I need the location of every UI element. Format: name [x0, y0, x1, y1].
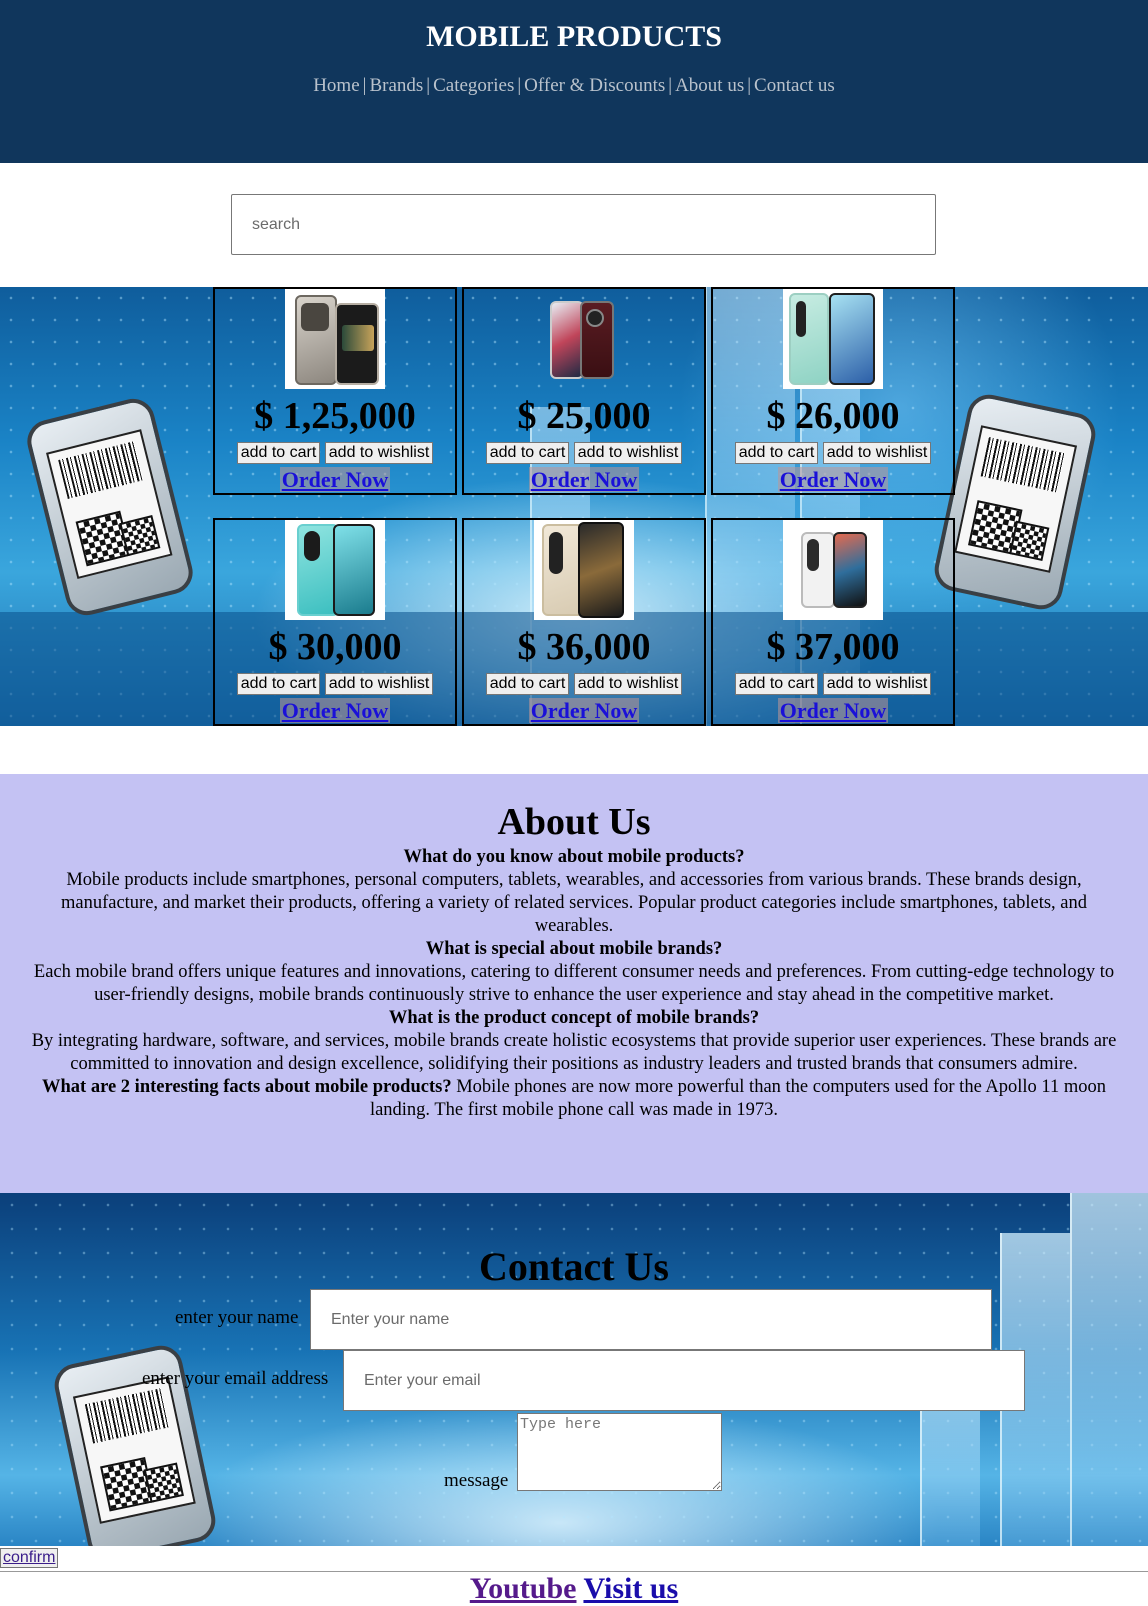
- nav-brands[interactable]: Brands: [369, 75, 423, 96]
- nav-separator: |: [362, 75, 367, 96]
- name-label: enter your name: [175, 1307, 299, 1328]
- product-card: $ 36,000 add to cart add to wishlist Ord…: [462, 518, 706, 726]
- confirm-button[interactable]: confirm: [0, 1548, 59, 1568]
- add-to-wishlist-button[interactable]: add to wishlist: [573, 442, 683, 464]
- name-field[interactable]: [310, 1289, 992, 1350]
- nav-offers[interactable]: Offer & Discounts: [524, 75, 665, 96]
- about-answer: Each mobile brand offers unique features…: [33, 962, 1115, 1005]
- nav-categories[interactable]: Categories: [433, 75, 514, 96]
- footer: Youtube Visit us: [0, 1572, 1148, 1606]
- contact-section: Contact Us enter your name enter your em…: [0, 1193, 1148, 1546]
- product-image: [285, 520, 385, 620]
- product-price: $ 36,000: [517, 626, 651, 668]
- main-nav: Home | Brands | Categories | Offer & Discounts…: [0, 75, 1148, 97]
- product-actions: add to cart add to wishlist: [464, 442, 704, 464]
- add-to-wishlist-button[interactable]: add to wishlist: [822, 673, 932, 695]
- email-label: enter your email address: [142, 1368, 329, 1389]
- add-to-cart-button[interactable]: add to cart: [236, 673, 321, 695]
- nav-contact[interactable]: Contact us: [754, 75, 835, 96]
- product-image: [285, 289, 385, 389]
- product-price: $ 30,000: [268, 626, 402, 668]
- about-answer: Mobile products include smartphones, per…: [60, 870, 1088, 936]
- product-actions: add to cart add to wishlist: [464, 673, 704, 695]
- add-to-wishlist-button[interactable]: add to wishlist: [324, 673, 434, 695]
- message-textarea[interactable]: [517, 1413, 722, 1491]
- about-body: What do you know about mobile products? …: [26, 846, 1122, 1122]
- nav-about[interactable]: About us: [675, 75, 744, 96]
- product-actions: add to cart add to wishlist: [713, 442, 953, 464]
- site-header: MOBILE PRODUCTS Home | Brands | Categories | O…: [0, 0, 1148, 163]
- camera-icon: [301, 303, 329, 331]
- order-now-link[interactable]: Order Now: [528, 698, 640, 723]
- order-now-link[interactable]: Order Now: [528, 467, 640, 492]
- product-price: $ 25,000: [517, 395, 651, 437]
- about-answer: Mobile phones are now more powerful than…: [369, 1077, 1106, 1120]
- order-now: Order Now: [713, 698, 953, 724]
- add-to-cart-button[interactable]: add to cart: [485, 442, 570, 464]
- about-section: About Us What do you know about mobile p…: [0, 774, 1148, 1193]
- add-to-cart-button[interactable]: add to cart: [485, 673, 570, 695]
- search-input[interactable]: [231, 194, 936, 255]
- site-title: MOBILE PRODUCTS: [426, 20, 722, 53]
- product-actions: add to cart add to wishlist: [215, 673, 455, 695]
- nav-separator: |: [747, 75, 752, 96]
- nav-separator: |: [517, 75, 522, 96]
- product-image: [534, 520, 634, 620]
- product-actions: add to cart add to wishlist: [713, 673, 953, 695]
- order-now-link[interactable]: Order Now: [777, 467, 889, 492]
- about-question: What is the product concept of mobile br…: [388, 1008, 760, 1028]
- visit-us-link[interactable]: Visit us: [583, 1572, 678, 1605]
- add-to-cart-button[interactable]: add to cart: [236, 442, 321, 464]
- about-question: What do you know about mobile products?: [403, 847, 745, 867]
- product-card: $ 1,25,000 add to cart add to wishlist O…: [213, 287, 457, 495]
- add-to-cart-button[interactable]: add to cart: [734, 442, 819, 464]
- add-to-wishlist-button[interactable]: add to wishlist: [324, 442, 434, 464]
- product-image: [783, 289, 883, 389]
- product-card: $ 26,000 add to cart add to wishlist Ord…: [711, 287, 955, 495]
- email-field[interactable]: [343, 1350, 1025, 1411]
- order-now: Order Now: [215, 698, 455, 724]
- product-card: $ 30,000 add to cart add to wishlist Ord…: [213, 518, 457, 726]
- product-price: $ 26,000: [766, 395, 900, 437]
- add-to-wishlist-button[interactable]: add to wishlist: [822, 442, 932, 464]
- product-price: $ 37,000: [766, 626, 900, 668]
- product-price: $ 1,25,000: [254, 395, 416, 437]
- contact-title: Contact Us: [479, 1244, 669, 1289]
- product-card: $ 37,000 add to cart add to wishlist Ord…: [711, 518, 955, 726]
- youtube-link[interactable]: Youtube: [470, 1572, 577, 1605]
- product-actions: add to cart add to wishlist: [215, 442, 455, 464]
- nav-separator: |: [668, 75, 673, 96]
- order-now-link[interactable]: Order Now: [279, 467, 391, 492]
- order-now: Order Now: [464, 698, 704, 724]
- product-card: $ 25,000 add to cart add to wishlist Ord…: [462, 287, 706, 495]
- order-now: Order Now: [464, 467, 704, 493]
- message-label: message: [444, 1470, 509, 1491]
- product-image: [534, 289, 634, 389]
- order-now: Order Now: [713, 467, 953, 493]
- product-image: [783, 520, 883, 620]
- order-now-link[interactable]: Order Now: [777, 698, 889, 723]
- order-now: Order Now: [215, 467, 455, 493]
- nav-separator: |: [426, 75, 431, 96]
- add-to-cart-button[interactable]: add to cart: [734, 673, 819, 695]
- about-question: What is special about mobile brands?: [425, 939, 723, 959]
- about-answer: By integrating hardware, software, and s…: [31, 1031, 1117, 1074]
- about-title: About Us: [497, 801, 651, 843]
- nav-home[interactable]: Home: [313, 75, 359, 96]
- add-to-wishlist-button[interactable]: add to wishlist: [573, 673, 683, 695]
- order-now-link[interactable]: Order Now: [279, 698, 391, 723]
- about-question: What are 2 interesting facts about mobil…: [42, 1077, 452, 1097]
